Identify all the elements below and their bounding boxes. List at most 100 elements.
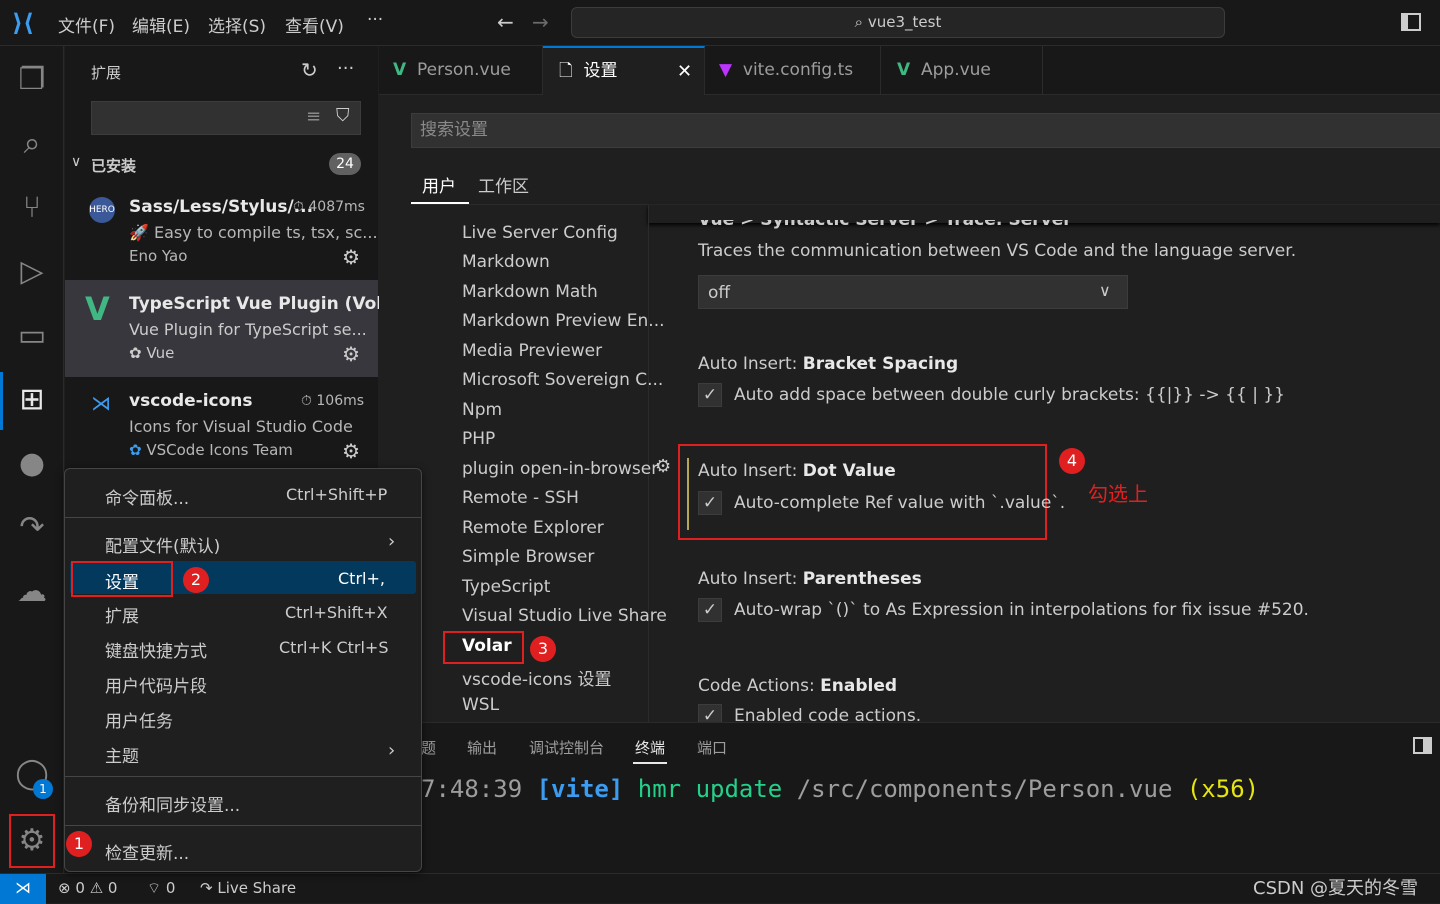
bracket-spacing-checkbox[interactable]: ✓ [698,383,722,407]
menu-file[interactable]: 文件(F) [58,12,115,37]
toc-item[interactable]: Markdown Preview En... [462,311,665,331]
time-value: 106ms [316,393,365,409]
toggle-sidebar-icon[interactable] [1401,13,1421,31]
trace-server-dropdown[interactable]: off ∨ [698,275,1128,309]
tab-app-vue[interactable]: V App.vue [881,46,1043,95]
menu-separator [65,517,421,518]
installed-section-title[interactable]: 已安装 [91,155,136,176]
more-menu-button[interactable]: ··· [367,10,383,30]
activation-time: ⏱ 4087ms [293,199,365,215]
tab-user-scope[interactable]: 用户 [422,172,456,197]
source-control-icon[interactable]: ⑂ [12,188,52,228]
toc-item[interactable]: Simple Browser [462,547,594,567]
extension-item[interactable]: ⋊ vscode-icons ⏱ 106ms Icons for Visual … [65,377,378,474]
tab-settings[interactable]: 🗋 设置 ✕ [543,46,705,95]
more-actions-icon[interactable]: ··· [337,58,354,79]
extension-name: vscode-icons [129,391,253,411]
tab-ports[interactable]: 端口 [697,737,727,758]
command-center-search[interactable]: ⌕ vue3_test [571,7,1225,38]
toc-item[interactable]: Live Server Config [462,223,618,243]
menu-edit[interactable]: 编辑(E) [132,12,190,37]
status-bar: ⋊ ⊗ 0 ⚠ 0 ⌔ 0 ↷ Live Share CSDN @夏天的冬雪 [0,873,1440,904]
tab-problems[interactable]: 题 [421,737,436,758]
refresh-icon[interactable]: ↻ [301,58,318,82]
toc-item-volar[interactable]: Volar [462,636,512,656]
forward-arrow-icon[interactable]: → [532,10,549,34]
clear-filter-icon[interactable]: ≡ [306,106,321,127]
run-debug-icon[interactable]: ▷ [12,252,52,292]
setting-gear-icon[interactable]: ⚙ [655,456,671,477]
split-panel-icon[interactable] [1413,737,1432,754]
toc-item[interactable]: Markdown Math [462,282,598,302]
chevron-down-icon[interactable]: ∨ [71,154,81,170]
manage-gear-icon[interactable]: ⚙ [9,814,55,868]
annotation-box-dot-value [678,444,1047,540]
docker-icon[interactable]: ☁ [12,572,52,612]
menu-item-command-palette[interactable]: 命令面板... [105,484,189,509]
menu-selection[interactable]: 选择(S) [208,12,266,37]
search-icon[interactable]: ⌕ [12,124,52,164]
extension-item[interactable]: HERO Sass/Less/Stylus/... ⏱ 4087ms 🚀 Eas… [65,183,378,280]
dot-value-checkbox[interactable]: ✓ [698,491,722,515]
remote-explorer-icon[interactable]: ▭ [12,316,52,356]
toc-item[interactable]: Microsoft Sovereign C... [462,370,663,390]
filter-icon[interactable]: ⛉ [336,105,350,126]
toc-item[interactable]: Remote - SSH [462,488,579,508]
extension-search-input[interactable]: ≡ ⛉ [91,101,361,135]
setting-title: Code Actions: Enabled [698,676,897,696]
menu-item-settings[interactable]: 设置 [105,568,139,593]
settings-search-input[interactable]: 搜索设置 [411,113,1440,148]
menu-item-themes[interactable]: 主题 [105,742,139,767]
publisher-name: Vue [146,344,175,362]
menu-item-check-updates[interactable]: 检查更新... [105,839,189,864]
toc-item[interactable]: plugin open-in-browser [462,459,658,479]
extension-item-selected[interactable]: V TypeScript Vue Plugin (Vol... Vue Plug… [65,280,402,377]
toc-item[interactable]: TypeScript [462,577,550,597]
menu-item-backup-sync[interactable]: 备份和同步设置... [105,791,240,816]
menu-item-extensions[interactable]: 扩展 [105,602,139,627]
explorer-icon[interactable]: ❐ [12,60,52,100]
toc-item[interactable]: Media Previewer [462,341,602,361]
back-arrow-icon[interactable]: ← [497,10,514,34]
live-share-icon[interactable]: ↷ [12,508,52,548]
code-actions-checkbox[interactable]: ✓ [698,704,722,722]
remote-indicator[interactable]: ⋊ [0,874,46,904]
menu-item-user-tasks[interactable]: 用户任务 [105,707,173,732]
tab-terminal[interactable]: 终端 [635,737,665,758]
manage-gear-icon[interactable]: ⚙ [342,439,360,463]
vscode-logo-icon: ⟩⟨ [12,9,34,37]
toc-item[interactable]: Remote Explorer [462,518,604,538]
toc-item[interactable]: Visual Studio Live Share [462,606,667,626]
tab-output[interactable]: 输出 [467,737,497,758]
setting-description: Auto add space between double curly brac… [734,385,1285,405]
extension-publisher: ✿ Vue [129,344,174,362]
tab-debug-console[interactable]: 调试控制台 [529,737,604,758]
setting-category: Auto Insert: [698,461,803,481]
log-command: hmr update [637,775,783,803]
toc-item[interactable]: WSL [462,695,499,715]
extensions-icon[interactable]: ⊞ [12,380,52,420]
menu-view[interactable]: 查看(V) [285,12,344,37]
toc-item[interactable]: PHP [462,429,495,449]
chevron-down-icon: ∨ [1099,281,1111,300]
live-share-status[interactable]: ↷ Live Share [200,879,296,897]
manage-gear-icon[interactable]: ⚙ [342,342,360,366]
problems-status[interactable]: ⊗ 0 ⚠ 0 [58,879,117,897]
ports-status[interactable]: ⌔ 0 [147,879,175,898]
menu-separator [65,825,421,826]
close-icon[interactable]: ✕ [677,48,692,95]
toc-item[interactable]: Markdown [462,252,550,272]
github-icon[interactable]: ● [12,444,52,484]
extension-publisher: Eno Yao [129,247,188,265]
parentheses-checkbox[interactable]: ✓ [698,598,722,622]
tab-vite-config[interactable]: ▼ vite.config.ts [705,46,881,95]
tab-workspace-scope[interactable]: 工作区 [478,172,529,197]
tab-person-vue[interactable]: V Person.vue [379,46,543,95]
toc-item[interactable]: vscode-icons 设置 [462,665,612,690]
setting-category: Auto Insert: [698,569,803,589]
menu-item-profile[interactable]: 配置文件(默认) [105,532,220,557]
toc-item[interactable]: Npm [462,400,502,420]
manage-gear-icon[interactable]: ⚙ [342,245,360,269]
menu-item-user-snippets[interactable]: 用户代码片段 [105,672,207,697]
menu-item-keyboard-shortcuts[interactable]: 键盘快捷方式 [105,637,207,662]
